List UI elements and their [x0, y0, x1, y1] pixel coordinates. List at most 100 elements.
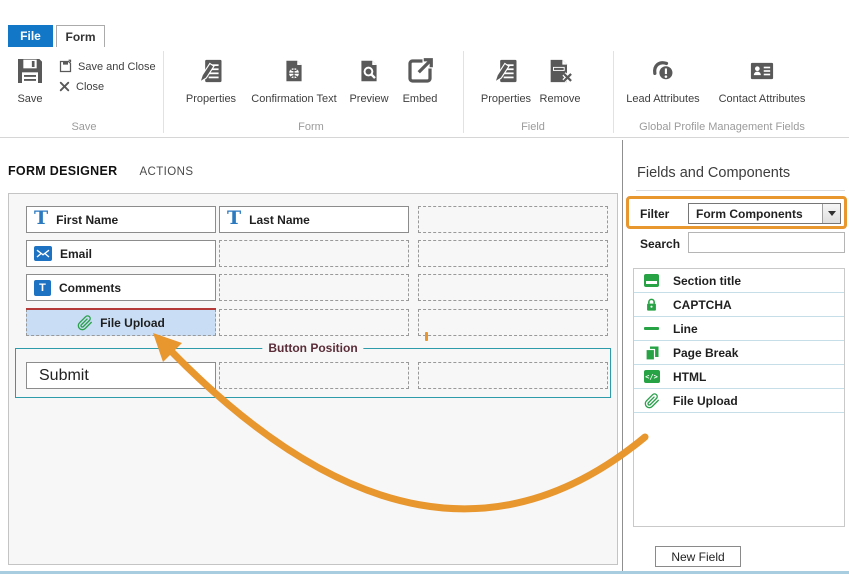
button-position-legend: Button Position	[262, 341, 363, 355]
empty-cell[interactable]	[418, 206, 608, 233]
ribbon-separator	[613, 51, 614, 133]
form-properties-label: Properties	[186, 93, 236, 105]
html-icon: </>	[643, 370, 660, 383]
filter-dropdown[interactable]: Form Components	[688, 203, 841, 224]
paperclip-icon	[643, 393, 660, 409]
remove-button[interactable]: Remove	[534, 53, 586, 115]
embed-icon	[405, 53, 435, 89]
form-properties-button[interactable]: Properties	[163, 53, 259, 115]
dropdown-button[interactable]	[822, 204, 840, 223]
filter-label: Filter	[640, 207, 669, 221]
designer-tabs: FORM DESIGNER ACTIONS	[8, 164, 193, 178]
ribbon-separator	[463, 51, 464, 133]
list-item-page-break[interactable]: Page Break	[634, 341, 844, 365]
list-item-label: HTML	[673, 370, 706, 384]
empty-cell[interactable]	[219, 274, 409, 301]
list-item-file-upload[interactable]: File Upload	[634, 389, 844, 413]
field-label: Comments	[59, 281, 121, 295]
section-title-icon	[643, 274, 660, 287]
panel-title: Fields and Components	[637, 165, 790, 181]
list-item-label: File Upload	[673, 394, 738, 408]
field-last-name[interactable]: T Last Name	[219, 206, 409, 233]
embed-label: Embed	[403, 93, 438, 105]
filter-value: Form Components	[689, 207, 822, 221]
ribbon-group-label-save: Save	[71, 121, 96, 133]
contact-attributes-label: Contact Attributes	[719, 93, 806, 105]
paperclip-icon	[77, 315, 93, 331]
insertion-marker	[425, 332, 428, 341]
close-button[interactable]: Close	[58, 80, 104, 93]
save-icon	[14, 53, 46, 89]
text-field-icon: T	[227, 209, 241, 228]
empty-cell[interactable]	[219, 240, 409, 267]
textarea-icon: T	[34, 280, 51, 296]
close-icon	[58, 80, 71, 93]
field-label: File Upload	[100, 316, 165, 330]
properties-icon	[492, 53, 520, 89]
email-icon	[34, 246, 52, 261]
lead-attributes-icon	[648, 53, 678, 89]
save-and-close-label: Save and Close	[78, 61, 156, 73]
panel-divider-line	[636, 190, 845, 191]
lead-attributes-button[interactable]: Lead Attributes	[615, 53, 711, 115]
page-break-icon	[643, 345, 660, 361]
list-item-label: Page Break	[673, 346, 738, 360]
field-first-name[interactable]: T First Name	[26, 206, 216, 233]
empty-cell[interactable]	[418, 274, 608, 301]
close-label: Close	[76, 81, 104, 93]
ribbon-group-label-form: Form	[298, 121, 324, 133]
field-label: Last Name	[249, 213, 310, 227]
list-item-section-title[interactable]: Section title	[634, 269, 844, 293]
list-item-label: Line	[673, 322, 698, 336]
field-email[interactable]: Email	[26, 240, 216, 267]
empty-cell[interactable]	[418, 362, 608, 389]
list-item-label: Section title	[673, 274, 741, 288]
search-label: Search	[640, 237, 680, 251]
field-properties-button[interactable]: Properties	[476, 53, 536, 115]
save-label: Save	[17, 93, 42, 105]
submit-label: Submit	[39, 367, 89, 385]
field-comments[interactable]: T Comments	[26, 274, 216, 301]
list-item-captcha[interactable]: CAPTCHA	[634, 293, 844, 317]
form-canvas: T First Name T Last Name Email T Comment…	[8, 193, 618, 565]
field-file-upload[interactable]: File Upload	[26, 309, 216, 336]
field-properties-label: Properties	[481, 93, 531, 105]
list-item-line[interactable]: Line	[634, 317, 844, 341]
panel-divider	[622, 140, 623, 574]
components-list: Section title CAPTCHA Line Page Break </…	[633, 268, 845, 527]
submit-button[interactable]: Submit	[26, 362, 216, 389]
ribbon-tab-form[interactable]: Form	[56, 25, 105, 47]
lead-attributes-label: Lead Attributes	[626, 93, 699, 105]
window-bottom-border	[0, 571, 849, 574]
ribbon-tab-file[interactable]: File	[8, 25, 53, 47]
field-label: Email	[60, 247, 92, 261]
embed-button[interactable]: Embed	[372, 53, 468, 115]
text-field-icon: T	[34, 209, 48, 228]
empty-cell[interactable]	[418, 240, 608, 267]
empty-cell[interactable]	[418, 309, 608, 336]
form-designer-window: File Form Save Save and Close Close Save	[0, 0, 849, 578]
ribbon-group-label-field: Field	[521, 121, 545, 133]
new-field-button[interactable]: New Field	[655, 546, 741, 567]
tab-form-designer[interactable]: FORM DESIGNER	[8, 164, 117, 178]
tab-actions[interactable]: ACTIONS	[139, 166, 193, 178]
save-and-close-button[interactable]: Save and Close	[58, 59, 156, 74]
save-button[interactable]: Save	[2, 53, 58, 115]
properties-icon	[197, 53, 225, 89]
list-item-html[interactable]: </> HTML	[634, 365, 844, 389]
lock-icon	[643, 297, 660, 312]
remove-icon	[546, 53, 574, 89]
ribbon-group-label-gpmf: Global Profile Management Fields	[639, 121, 805, 133]
contact-attributes-button[interactable]: Contact Attributes	[714, 53, 810, 115]
drop-indicator	[26, 308, 216, 310]
list-item-label: CAPTCHA	[673, 298, 732, 312]
chevron-down-icon	[828, 211, 836, 216]
field-label: First Name	[56, 213, 118, 227]
empty-cell[interactable]	[219, 362, 409, 389]
search-input[interactable]	[688, 232, 845, 253]
ribbon: Save Save and Close Close Save Propertie…	[0, 47, 849, 138]
line-icon	[643, 327, 660, 330]
contact-attributes-icon	[747, 53, 777, 89]
empty-cell[interactable]	[219, 309, 409, 336]
confirmation-text-icon	[281, 53, 307, 89]
